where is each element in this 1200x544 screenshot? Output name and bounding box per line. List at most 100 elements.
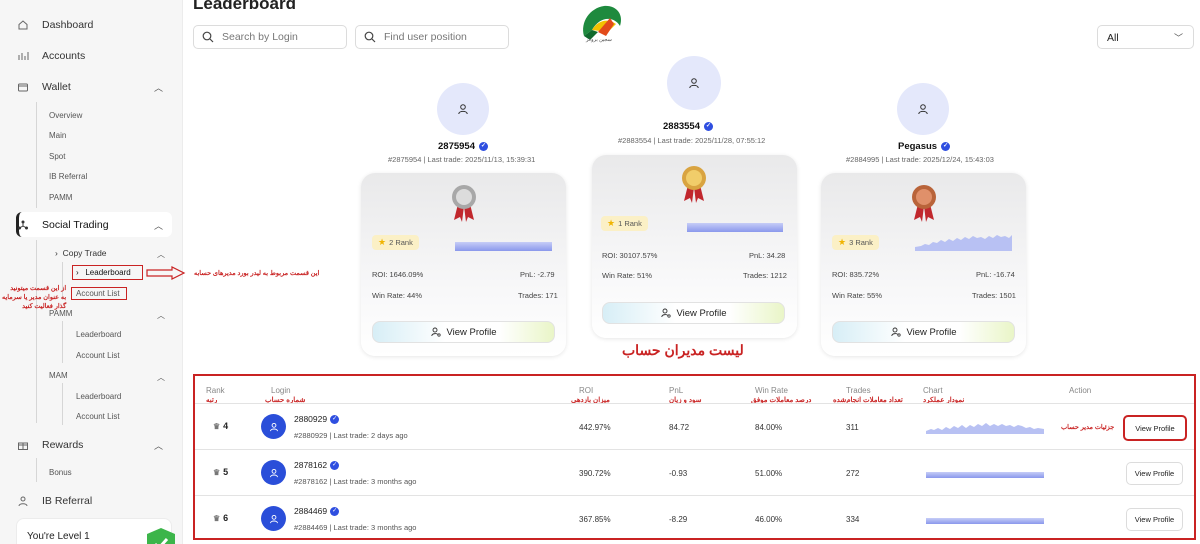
login-name[interactable]: 2884469 ✓: [294, 506, 340, 516]
pnl-stat: PnL: -2.79: [520, 270, 555, 279]
sidebar-subitem-ib-referral[interactable]: IB Referral: [49, 172, 87, 181]
login-name[interactable]: 2880929 ✓: [294, 414, 340, 424]
annotation-account-list-note: از این قسمت میتونید به عنوان مدیر یا سرم…: [2, 285, 67, 310]
annotation-details-note: جزئیات مدیر حساب: [1061, 424, 1115, 431]
sidebar-item-label: Social Trading: [42, 219, 109, 231]
verified-icon: ✓: [703, 122, 713, 131]
view-profile-button[interactable]: View Profile: [832, 321, 1015, 343]
sparkline-chart: [455, 242, 552, 251]
verified-icon: ✓: [478, 142, 488, 151]
roi-stat: ROI: 30107.57%: [602, 251, 658, 260]
sidebar-subitem-copy-trade[interactable]: › Copy Trade: [55, 248, 107, 258]
users-icon: [16, 494, 30, 508]
sidebar-subitem-spot[interactable]: Spot: [49, 152, 65, 161]
trader-name: Pegasus ✓: [898, 141, 951, 152]
pnl-stat: PnL: 34.28: [749, 251, 786, 260]
sidebar-subitem-pamm[interactable]: PAMM: [49, 193, 72, 202]
sidebar-item-label: Wallet: [42, 81, 71, 93]
table-row: ♛ 4 2880929 ✓ #2880929 | Last trade: 2 day…: [195, 403, 1194, 449]
sparkline-chart: [926, 518, 1044, 524]
sidebar-subitem-pamm-leaderboard[interactable]: Leaderboard: [76, 330, 121, 339]
login-sub: #2884469 | Last trade: 3 months ago: [294, 523, 417, 532]
sidebar-subitem-mam-group[interactable]: MAM: [49, 371, 68, 380]
trophy-icon: ♛: [213, 467, 221, 477]
trades-cell: 334: [846, 515, 860, 524]
user-search-icon: [890, 327, 901, 337]
table-row: ♛ 6 2884469 ✓ #2884469 | Last trade: 3 mon…: [195, 495, 1194, 541]
view-profile-button[interactable]: View Profile: [1123, 415, 1187, 441]
trophy-icon: ♛: [213, 421, 221, 431]
sidebar-item-label: Rewards: [42, 439, 84, 451]
column-header-win-rate: Win Rate: [755, 386, 788, 395]
column-header-login: Login: [271, 386, 291, 395]
rank-cell: ♛ 5: [213, 467, 229, 477]
trader-sub: #2883554 | Last trade: 2025/11/28, 07:55…: [618, 136, 766, 145]
user-search-icon: [660, 308, 671, 318]
gift-icon: [16, 438, 30, 452]
verified-icon: ✓: [330, 414, 340, 424]
pnl-cell: 84.72: [669, 423, 690, 432]
chevron-up-icon: ︿: [153, 440, 163, 451]
star-icon: ★: [378, 237, 387, 247]
view-profile-button[interactable]: View Profile: [1126, 462, 1183, 485]
chevron-up-icon: ︿: [157, 373, 165, 382]
sidebar-item-label: Accounts: [42, 50, 86, 62]
user-icon: [269, 514, 278, 523]
annotation-leaderboard-note: این قسمت مربوط به لیدر بورد مدیرهای حساب…: [194, 270, 320, 277]
sidebar-item-rewards[interactable]: Rewards ︿: [16, 438, 171, 452]
sidebar-subitem-mam-account-list[interactable]: Account List: [76, 412, 120, 421]
win-rate-stat: Win Rate: 55%: [832, 291, 883, 300]
sparkline-chart: [926, 423, 1044, 434]
sidebar-item-dashboard[interactable]: Dashboard: [16, 18, 171, 32]
level-card: You're Level 1: [16, 518, 175, 544]
find-user-field[interactable]: [355, 25, 509, 49]
sparkline-chart: [926, 472, 1044, 478]
column-header-trades: Trades: [846, 386, 871, 395]
filter-select[interactable]: All ﹀: [1097, 25, 1194, 49]
avatar: [261, 414, 286, 439]
sidebar-item-ib-referral[interactable]: IB Referral: [16, 494, 171, 508]
search-login-field[interactable]: [193, 25, 347, 49]
search-icon: [364, 31, 376, 43]
login-sub: #2880929 | Last trade: 2 days ago: [294, 431, 408, 440]
sidebar-subitem-pamm-account-list[interactable]: Account List: [76, 351, 120, 360]
annotation-arrow-icon: [146, 266, 186, 280]
user-icon: [689, 78, 699, 89]
level-text: You're Level 1: [27, 531, 90, 542]
annotation-managers-list: لیست مدیران حساب: [622, 342, 744, 358]
tree-line: [36, 102, 37, 208]
win-rate-cell: 84.00%: [755, 423, 783, 432]
rank-badge: ★ 2 Rank: [372, 235, 419, 250]
sidebar-subitem-bonus[interactable]: Bonus: [49, 468, 72, 477]
avatar: [437, 83, 489, 135]
view-profile-button[interactable]: View Profile: [602, 302, 785, 324]
login-name[interactable]: 2878162 ✓: [294, 460, 340, 470]
home-icon: [16, 18, 30, 32]
view-profile-button[interactable]: View Profile: [372, 321, 555, 343]
bronze-medal-icon: [912, 185, 936, 222]
silver-medal-icon: [452, 185, 476, 222]
trader-name: 2875954 ✓: [438, 141, 488, 152]
win-rate-cell: 46.00%: [755, 515, 783, 524]
star-icon: ★: [607, 218, 616, 228]
sidebar-item-label: IB Referral: [42, 495, 93, 507]
rank-cell: ♛ 4: [213, 421, 229, 431]
sidebar-item-accounts[interactable]: Accounts: [16, 49, 171, 63]
avatar: [897, 83, 949, 135]
network-icon: [16, 218, 30, 232]
pnl-cell: -0.93: [669, 469, 688, 478]
find-user-input[interactable]: [384, 31, 484, 43]
trades-stat: Trades: 171: [518, 291, 558, 300]
logo-caption: سجین بروکر: [586, 37, 612, 43]
view-profile-button[interactable]: View Profile: [1126, 508, 1183, 531]
sidebar-item-social-trading[interactable]: Social Trading ︿: [16, 218, 171, 232]
sidebar-item-wallet[interactable]: Wallet ︿: [16, 80, 171, 94]
chevron-up-icon: ︿: [157, 311, 165, 320]
sidebar-subitem-mam-leaderboard[interactable]: Leaderboard: [76, 392, 121, 401]
sidebar-subitem-overview[interactable]: Overview: [49, 111, 82, 120]
search-login-input[interactable]: [222, 31, 322, 43]
sidebar-subitem-main[interactable]: Main: [49, 131, 66, 140]
gold-medal-icon: [682, 166, 706, 203]
chevron-right-icon: ›: [55, 248, 58, 258]
tree-line: [36, 240, 37, 423]
